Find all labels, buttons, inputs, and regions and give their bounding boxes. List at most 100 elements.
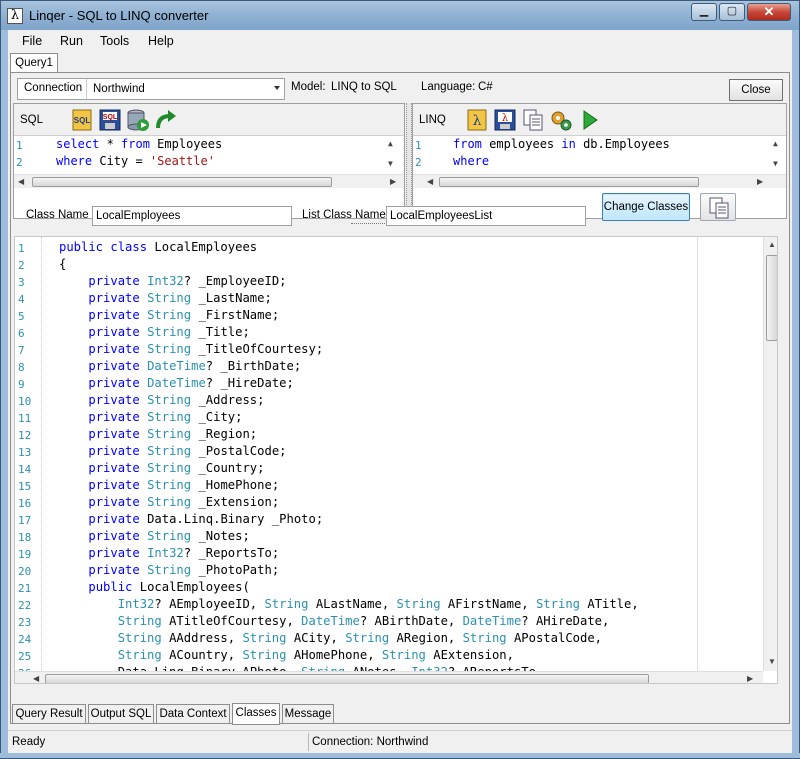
scroll-down-icon[interactable]: ▼ xyxy=(768,657,776,666)
scroll-down-icon[interactable]: ▼ xyxy=(773,159,778,168)
sql-hscrollbar[interactable]: ◀ ▶ xyxy=(14,174,404,188)
scroll-left-icon[interactable]: ◀ xyxy=(427,177,433,186)
code-text: private String _Region; xyxy=(59,426,257,443)
scroll-right-icon[interactable]: ▶ xyxy=(390,177,396,186)
linq-hscrollbar[interactable]: ◀ ▶ xyxy=(413,174,786,188)
tab-data-context[interactable]: Data Context xyxy=(156,704,230,724)
menu-file[interactable]: File xyxy=(22,34,42,48)
code-token: String xyxy=(535,597,580,611)
menu-help[interactable]: Help xyxy=(148,34,174,48)
code-token: { xyxy=(59,257,67,271)
code-token: private xyxy=(88,308,140,322)
model-value: LINQ to SQL xyxy=(331,81,397,93)
tab-classes[interactable]: Classes xyxy=(232,703,280,725)
change-classes-button[interactable]: Change Classes xyxy=(602,193,690,221)
code-token: private xyxy=(88,444,140,458)
tab-query-result[interactable]: Query Result xyxy=(12,704,86,724)
sql-icon[interactable]: SQL xyxy=(70,108,94,132)
list-class-name-input[interactable]: LocalEmployeesList xyxy=(386,206,586,226)
code-text: private String _Title; xyxy=(59,324,250,341)
scroll-up-icon[interactable]: ▲ xyxy=(773,139,778,148)
code-token: _LastName; xyxy=(191,291,272,305)
code-token: ATitleOfCourtesy, xyxy=(161,614,302,628)
code-token: String xyxy=(396,597,441,611)
lambda-save-icon[interactable]: λ xyxy=(493,108,517,132)
tab-query1[interactable]: Query1 xyxy=(10,53,58,73)
code-token: _Title; xyxy=(191,325,250,339)
sql-editor[interactable]: 1 2 select * from Employees where City =… xyxy=(14,137,404,173)
code-line: 7 private String _TitleOfCourtesy; xyxy=(15,341,765,358)
linq-hscroll-thumb[interactable] xyxy=(439,177,699,187)
sql-line-1: select * from Employees xyxy=(56,137,222,151)
code-token: _FirstName; xyxy=(191,308,280,322)
code-token: ACountry, xyxy=(161,648,243,662)
code-token: String xyxy=(147,427,192,441)
code-token: _HomePhone; xyxy=(191,478,280,492)
scroll-right-icon[interactable]: ▶ xyxy=(757,177,763,186)
line-number: 2 xyxy=(16,156,23,169)
run-icon[interactable] xyxy=(577,108,601,132)
code-line: 11 private String _City; xyxy=(15,409,765,426)
line-number: 23 xyxy=(18,616,32,629)
editor-hscrollbar[interactable]: ◀ ▶ xyxy=(15,671,763,683)
sql-hscroll-thumb[interactable] xyxy=(32,177,332,187)
code-token: String xyxy=(147,444,192,458)
tab-output-sql[interactable]: Output SQL xyxy=(88,704,154,724)
code-token: from xyxy=(453,137,482,151)
minimize-button[interactable]: ▁ xyxy=(691,3,717,21)
code-token: _Notes; xyxy=(191,529,250,543)
scroll-left-icon[interactable]: ◀ xyxy=(18,177,24,186)
editor-vscroll-thumb[interactable] xyxy=(766,255,777,341)
line-number: 16 xyxy=(18,497,32,510)
sql-line-2: where City = 'Seattle' xyxy=(56,154,215,168)
code-token: _Address; xyxy=(191,393,265,407)
class-name-input[interactable]: LocalEmployees xyxy=(92,206,292,226)
scroll-right-icon[interactable]: ▶ xyxy=(747,674,753,683)
code-text: private DateTime? _HireDate; xyxy=(59,375,293,392)
scroll-down-icon[interactable]: ▼ xyxy=(388,159,393,168)
gears-icon[interactable] xyxy=(549,108,573,132)
connection-value: Northwind xyxy=(93,83,145,95)
close-query-button[interactable]: Close xyxy=(729,79,783,101)
title-bar[interactable]: λ Linqer - SQL to LINQ converter ▁ ▢ ✕ xyxy=(0,0,800,30)
linq-editor[interactable]: 1 2 from employees in db.Employees where… xyxy=(413,137,786,173)
line-number: 25 xyxy=(18,650,32,663)
menu-run[interactable]: Run xyxy=(60,34,83,48)
classes-editor[interactable]: 1 public class LocalEmployees 2{3 private … xyxy=(14,236,778,684)
scroll-up-icon[interactable]: ▲ xyxy=(768,240,776,249)
convert-arrow-icon[interactable] xyxy=(154,108,178,132)
menu-tools[interactable]: Tools xyxy=(100,34,129,48)
tab-message[interactable]: Message xyxy=(282,704,334,724)
chevron-down-icon[interactable] xyxy=(274,86,280,90)
database-run-icon[interactable] xyxy=(126,108,150,132)
copy-icon[interactable] xyxy=(521,108,545,132)
close-window-button[interactable]: ✕ xyxy=(747,3,791,21)
sql-save-icon[interactable]: SQL xyxy=(98,108,122,132)
code-text: public class LocalEmployees xyxy=(59,239,257,256)
scroll-left-icon[interactable]: ◀ xyxy=(33,674,39,683)
class-name-label: Class Name xyxy=(26,209,89,221)
editor-vscrollbar[interactable]: ▲ ▼ xyxy=(763,237,777,671)
lambda-icon[interactable]: λ xyxy=(7,8,23,24)
sql-toolbar: SQL SQL SQL xyxy=(14,104,404,136)
editor-hscroll-thumb[interactable] xyxy=(45,674,649,683)
copy-classes-button[interactable] xyxy=(700,193,736,221)
code-token: ? _ReportsTo; xyxy=(183,546,280,560)
maximize-button[interactable]: ▢ xyxy=(719,3,745,21)
connection-combo[interactable]: Northwind xyxy=(86,79,284,99)
lambda-icon[interactable]: λ xyxy=(465,108,489,132)
scroll-up-icon[interactable]: ▲ xyxy=(388,139,393,148)
line-number: 1 xyxy=(415,139,422,152)
code-line: 1 public class LocalEmployees xyxy=(15,239,765,256)
code-token: private xyxy=(88,410,140,424)
code-line: 17 private Data.Linq.Binary _Photo; xyxy=(15,511,765,528)
client-area: File Run Tools Help Query1 Connection No… xyxy=(8,30,792,753)
code-token: _PostalCode; xyxy=(191,444,287,458)
code-line: 23 String ATitleOfCourtesy, DateTime? AB… xyxy=(15,613,765,630)
status-bar: Ready Connection: Northwind xyxy=(8,730,792,753)
code-token: String xyxy=(117,614,162,628)
status-connection: Connection: Northwind xyxy=(312,736,429,748)
